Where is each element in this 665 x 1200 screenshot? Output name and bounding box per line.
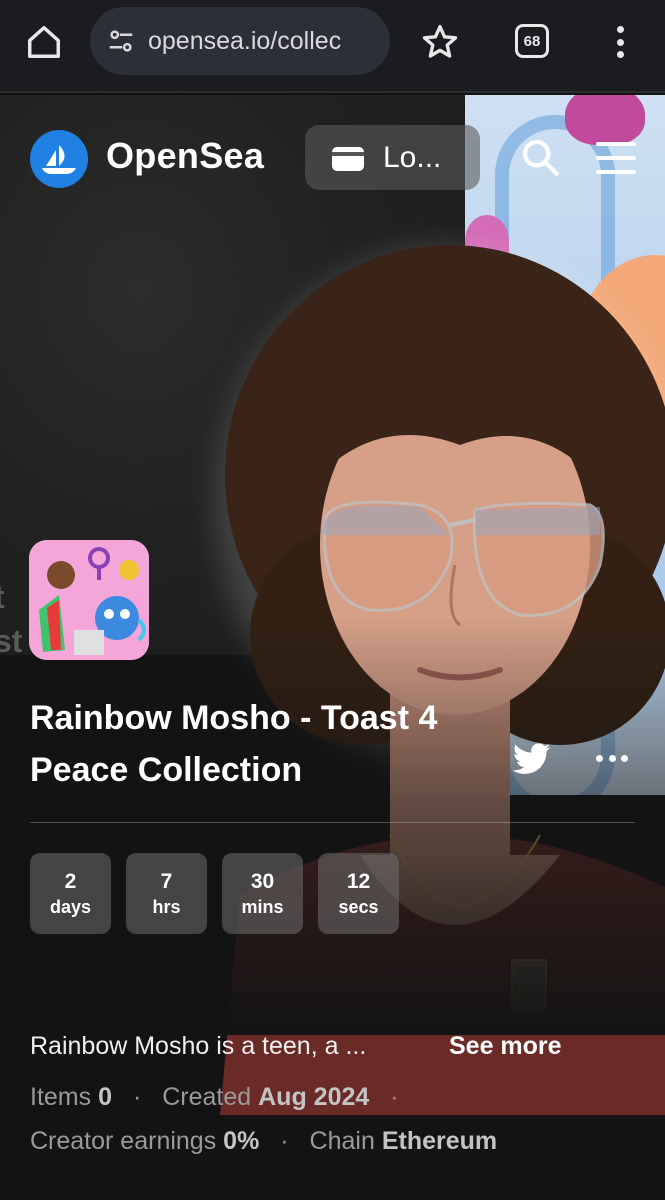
- wallet-icon: [332, 146, 364, 171]
- mint-countdown: 2 days 7 hrs 30 mins 12 secs: [30, 853, 399, 934]
- countdown-minutes: 30 mins: [222, 853, 303, 934]
- login-button[interactable]: Lo...: [305, 125, 480, 190]
- tabs-icon[interactable]: 68: [515, 24, 549, 58]
- banner-gradient-overlay: [0, 615, 665, 1035]
- brand-name[interactable]: OpenSea: [106, 135, 264, 177]
- address-bar[interactable]: opensea.io/collec: [90, 7, 390, 75]
- more-options-icon[interactable]: [596, 755, 628, 765]
- star-icon[interactable]: [420, 22, 460, 62]
- collection-description: Rainbow Mosho is a teen, a ...: [30, 1032, 367, 1060]
- collection-title: Rainbow Mosho - Toast 4 Peace Collection: [30, 699, 438, 789]
- see-more-button[interactable]: See more: [449, 1032, 562, 1061]
- site-settings-icon[interactable]: [106, 26, 136, 56]
- kebab-menu-icon[interactable]: [606, 22, 634, 62]
- items-label: Items: [30, 1083, 92, 1111]
- hamburger-menu-icon[interactable]: [596, 142, 636, 174]
- url-text[interactable]: opensea.io/collec: [148, 27, 341, 56]
- created-value: Aug 2024: [258, 1083, 370, 1111]
- divider: [30, 822, 635, 823]
- countdown-seconds: 12 secs: [318, 853, 399, 934]
- search-icon[interactable]: [520, 137, 560, 177]
- chain-label: Chain: [309, 1127, 375, 1155]
- countdown-days: 2 days: [30, 853, 111, 934]
- opensea-logo-icon[interactable]: [30, 130, 88, 188]
- browser-toolbar: opensea.io/collec 68: [0, 0, 665, 93]
- home-icon[interactable]: [22, 20, 66, 64]
- opensea-page: t st OpenSea Lo... Rainbow Mosho - Toast…: [0, 95, 665, 1200]
- earnings-label: Creator earnings: [30, 1127, 217, 1155]
- collection-stats-row-2: Creator earnings 0% · Chain Ethereum: [30, 1127, 498, 1155]
- created-label: Created: [162, 1083, 252, 1111]
- tab-count: 68: [523, 32, 541, 50]
- login-label: Lo...: [383, 140, 442, 174]
- collection-stats-row-1: Items 0 · Created Aug 2024 ·: [30, 1083, 399, 1111]
- countdown-hours: 7 hrs: [126, 853, 207, 934]
- items-value: 0: [98, 1083, 112, 1111]
- twitter-icon[interactable]: [512, 742, 552, 778]
- collection-avatar: [29, 540, 149, 660]
- banner-edge-text: t st: [0, 579, 23, 659]
- chain-value: Ethereum: [381, 1127, 498, 1155]
- earnings-value: 0%: [223, 1127, 260, 1155]
